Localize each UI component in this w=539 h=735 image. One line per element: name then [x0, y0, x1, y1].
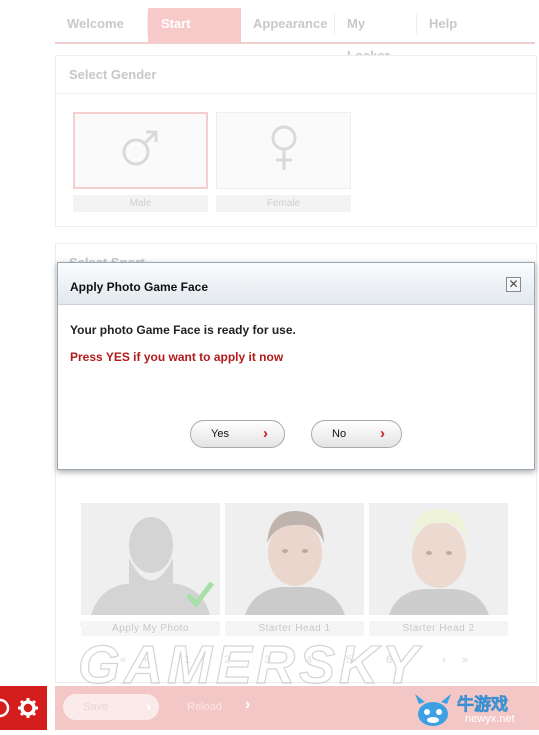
- gender-option-female[interactable]: [216, 112, 351, 189]
- gender-label-male: Male: [73, 195, 208, 212]
- gender-label-female: Female: [216, 195, 351, 212]
- tab-help[interactable]: Help: [417, 8, 477, 42]
- pager-next[interactable]: ›: [442, 654, 446, 666]
- bottom-left-controls: [0, 686, 47, 730]
- main-tabs: Welcome Start Appearance My Locker Help: [55, 8, 535, 63]
- head-card-starter-1[interactable]: [225, 503, 364, 615]
- head-card-starter-2[interactable]: [369, 503, 508, 615]
- no-label: No: [332, 428, 347, 440]
- mascot-logo-icon: [415, 694, 451, 726]
- dialog-header: Apply Photo Game Face ✕: [58, 263, 534, 305]
- chevron-right-icon: ›: [146, 698, 151, 715]
- site-logo-badge: 牛游戏 newyx.net: [409, 688, 539, 732]
- gear-icon[interactable]: [17, 697, 39, 719]
- pager-last[interactable]: »: [462, 654, 468, 666]
- save-button[interactable]: Save ›: [63, 694, 159, 720]
- reload-label: Reload: [187, 701, 222, 713]
- head-card-my-photo[interactable]: [81, 503, 220, 615]
- male-symbol-icon: [122, 130, 158, 166]
- starter-head-2-image: [389, 509, 489, 615]
- reload-button[interactable]: Reload: [187, 694, 222, 720]
- gender-option-male[interactable]: [73, 112, 208, 189]
- yes-button[interactable]: Yes ›: [190, 420, 285, 448]
- close-icon[interactable]: ✕: [506, 277, 521, 292]
- gender-panel-title: Select Gender: [56, 56, 536, 94]
- checkmark-icon: [186, 581, 214, 608]
- app-stage: Welcome Start Appearance My Locker Help …: [0, 0, 539, 735]
- tab-my-locker[interactable]: My Locker: [335, 8, 417, 63]
- watermark-text: GAMERSKY: [77, 634, 423, 695]
- dialog-prompt: Press YES if you want to apply it now: [70, 350, 284, 364]
- chevron-right-icon: ›: [380, 425, 385, 442]
- brand-cn-text: 牛游戏: [457, 695, 509, 715]
- starter-head-1-image: [245, 511, 345, 615]
- reload-chevron-icon: ›: [245, 696, 251, 713]
- apply-photo-dialog: Apply Photo Game Face ✕ Your photo Game …: [57, 262, 535, 470]
- dialog-title: Apply Photo Game Face: [70, 280, 209, 294]
- dialog-message: Your photo Game Face is ready for use.: [70, 323, 296, 337]
- chevron-right-icon: ›: [263, 425, 268, 442]
- save-label: Save: [83, 701, 109, 713]
- back-circle-icon[interactable]: [0, 698, 12, 718]
- tab-start[interactable]: Start: [148, 8, 241, 42]
- no-button[interactable]: No ›: [311, 420, 402, 448]
- tab-welcome[interactable]: Welcome: [55, 8, 148, 42]
- female-symbol-icon: [271, 125, 297, 170]
- yes-label: Yes: [211, 428, 229, 440]
- brand-site-text: newyx.net: [465, 713, 515, 725]
- tab-appearance[interactable]: Appearance: [241, 8, 335, 42]
